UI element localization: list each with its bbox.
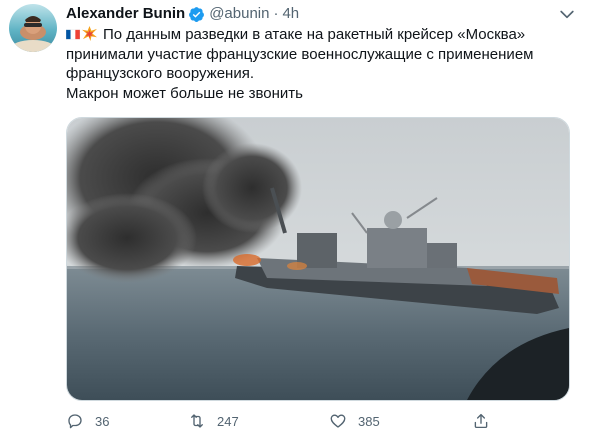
like-button[interactable]: 385 (329, 411, 380, 431)
share-button[interactable] (472, 411, 490, 431)
media-photo (67, 118, 569, 400)
tweet-line: французского вооружения. (66, 65, 254, 82)
tweet-actions: 36 247 385 (66, 411, 516, 431)
author-name[interactable]: Alexander Bunin (66, 4, 185, 24)
tweet-header: Alexander Bunin @abunin · 4h (66, 4, 299, 24)
share-icon (474, 413, 488, 429)
tweet-media[interactable] (66, 117, 570, 401)
tweet-line: принимали участие французские военнослуж… (66, 45, 534, 63)
chevron-down-icon[interactable] (557, 4, 577, 24)
flag-france-icon (66, 29, 80, 40)
avatar[interactable] (9, 4, 57, 52)
tweet-line: По данным разведки в атаке на ракетный к… (66, 25, 566, 45)
tweet[interactable]: Alexander Bunin @abunin · 4h По данным р… (0, 0, 591, 439)
reply-count: 36 (95, 413, 110, 429)
avatar-image (9, 4, 57, 52)
tweet-line: Макрон может больше не звонить (66, 84, 303, 102)
retweet-button[interactable]: 247 (188, 411, 239, 431)
collision-icon (82, 26, 97, 41)
like-count: 385 (358, 413, 380, 429)
tweet-line-text: По данным разведки в атаке на ракетный к… (103, 26, 526, 43)
reply-icon (68, 414, 82, 429)
author-handle[interactable]: @abunin (209, 4, 269, 24)
verified-badge-icon (189, 6, 205, 22)
tweet-timestamp[interactable]: 4h (282, 4, 299, 24)
tweet-text: По данным разведки в атаке на ракетный к… (66, 25, 566, 103)
heart-icon (330, 414, 346, 428)
retweet-icon (191, 414, 203, 428)
reply-button[interactable]: 36 (66, 411, 109, 431)
retweet-count: 247 (217, 413, 239, 429)
meta-separator: · (273, 5, 279, 22)
